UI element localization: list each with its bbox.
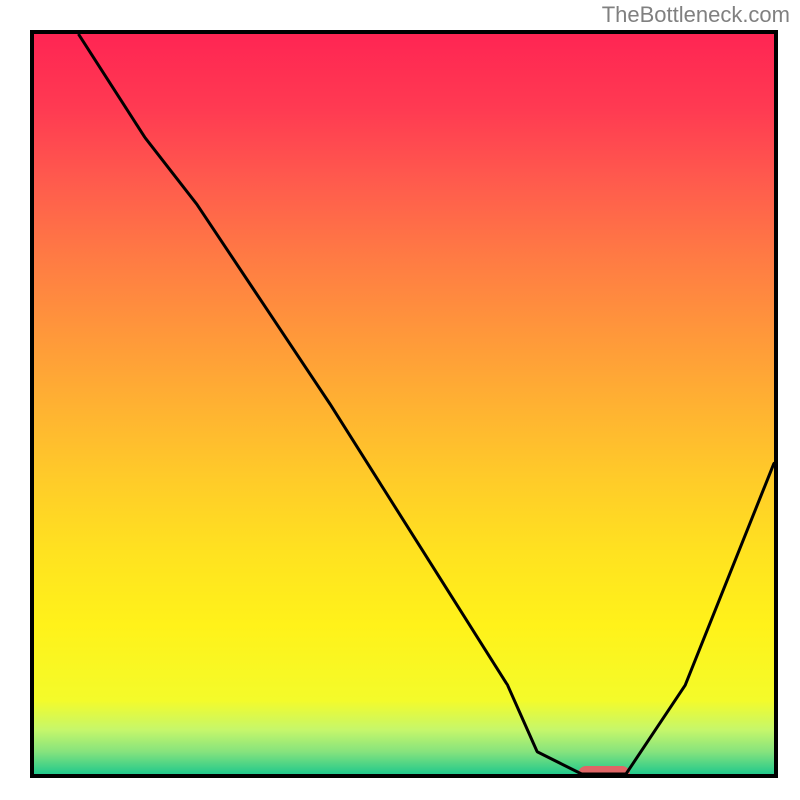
bottleneck-curve (34, 34, 774, 774)
source-label[interactable]: TheBottleneck.com (602, 2, 790, 28)
plot-area (30, 30, 778, 778)
chart-root: TheBottleneck.com (0, 0, 800, 800)
